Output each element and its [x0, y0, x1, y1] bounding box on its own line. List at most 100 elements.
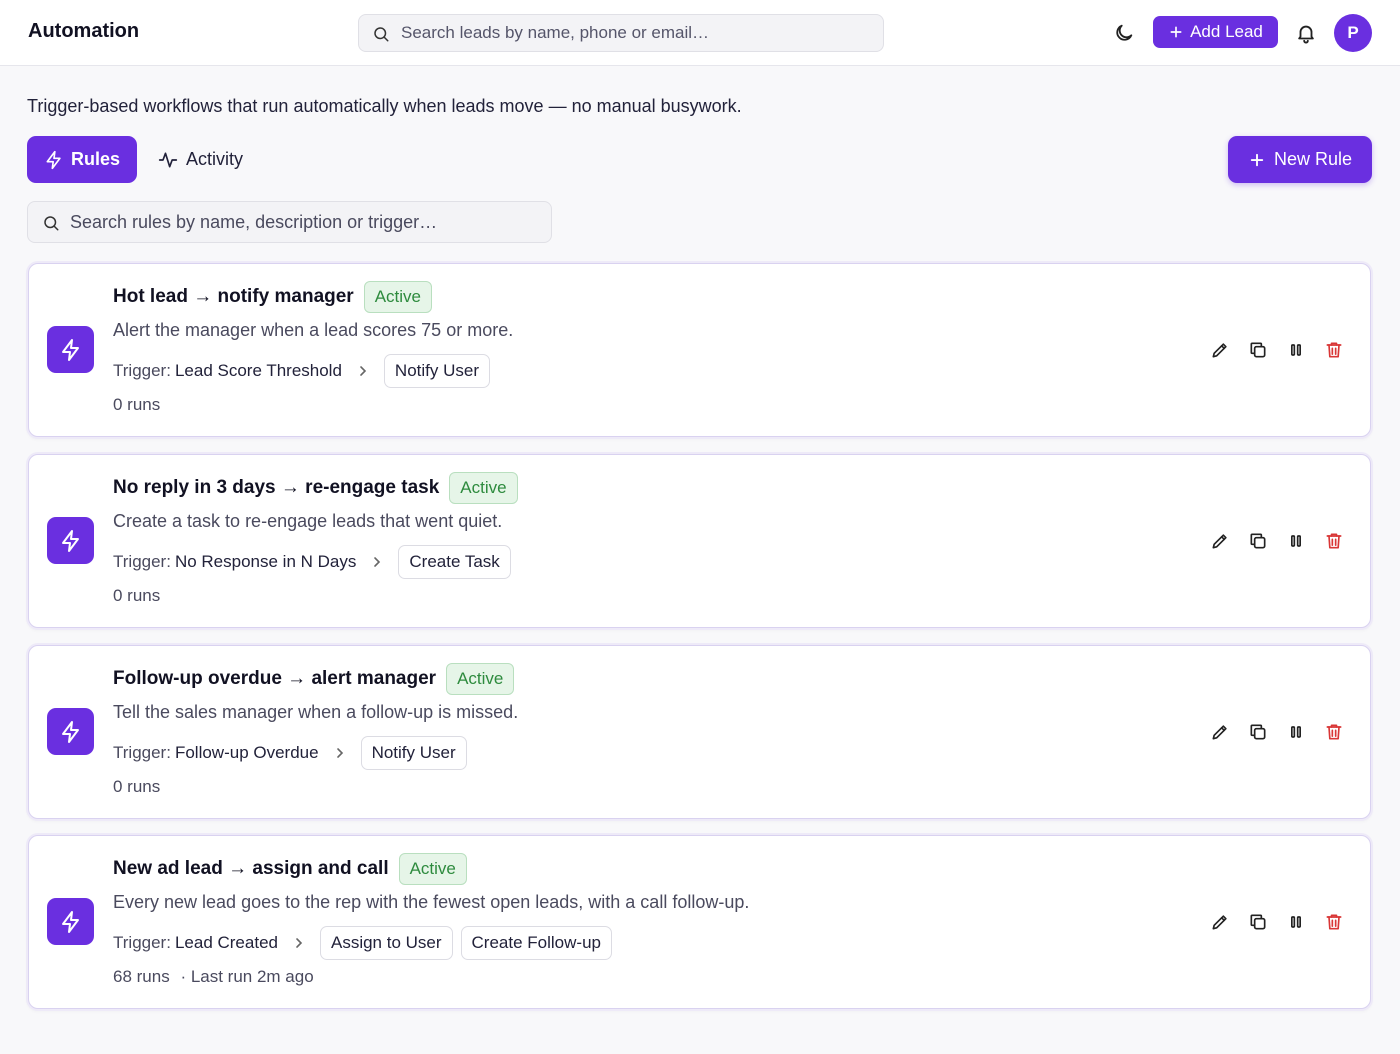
- duplicate-icon[interactable]: [1248, 722, 1268, 742]
- plus-icon: [1168, 24, 1184, 40]
- rule-lightning-icon: [47, 326, 94, 373]
- tab-rules-label: Rules: [70, 149, 121, 169]
- trigger-label: Trigger:: [113, 933, 171, 952]
- rule-actions: [1210, 722, 1344, 742]
- action-chips: Notify User: [360, 736, 467, 770]
- rule-actions: [1210, 912, 1344, 932]
- rule-search-box[interactable]: [27, 201, 552, 243]
- run-count: 0 runs: [113, 395, 161, 414]
- notifications-bell-icon[interactable]: [1295, 22, 1317, 44]
- rule-title-row: Follow-up overdue → alert manager Active: [113, 663, 515, 695]
- tab-activity[interactable]: Activity: [158, 136, 243, 183]
- trigger-name: Lead Score Threshold: [174, 361, 342, 380]
- rule-trigger-row: Trigger: Lead Score Threshold Notify Use…: [113, 354, 490, 388]
- rule-title-row: No reply in 3 days → re-engage task Acti…: [113, 472, 518, 504]
- rule-runs: 68 runs · Last run 2m ago: [113, 967, 314, 987]
- trigger-label: Trigger:: [113, 743, 171, 762]
- rule-description: Alert the manager when a lead scores 75 …: [113, 320, 514, 340]
- trigger-name: Follow-up Overdue: [174, 743, 319, 762]
- edit-pencil-icon[interactable]: [1210, 531, 1230, 551]
- rule-trigger-row: Trigger: Follow-up Overdue Notify User: [113, 736, 467, 770]
- trigger-label: Trigger:: [113, 361, 171, 380]
- lead-search-input[interactable]: [401, 15, 871, 51]
- add-lead-button[interactable]: Add Lead: [1153, 16, 1278, 48]
- lightning-icon: [44, 150, 64, 170]
- rule-lightning-icon: [47, 708, 94, 755]
- rule-search-input[interactable]: [70, 202, 540, 242]
- chevron-right-icon: [335, 747, 345, 759]
- add-lead-label: Add Lead: [1190, 22, 1263, 41]
- run-count: 68 runs: [113, 967, 170, 986]
- pause-icon[interactable]: [1286, 722, 1306, 742]
- status-badge: Active: [398, 853, 467, 885]
- pause-icon[interactable]: [1286, 912, 1306, 932]
- delete-trash-icon[interactable]: [1324, 912, 1344, 932]
- trigger-name: Lead Created: [174, 933, 278, 952]
- rule-trigger-row: Trigger: Lead Created Assign to User Crea…: [113, 926, 612, 960]
- delete-trash-icon[interactable]: [1324, 531, 1344, 551]
- plus-icon: [1248, 151, 1266, 169]
- rule-description: Every new lead goes to the rep with the …: [113, 892, 750, 912]
- duplicate-icon[interactable]: [1248, 531, 1268, 551]
- dark-mode-toggle-icon[interactable]: [1113, 22, 1135, 44]
- status-badge: Active: [363, 281, 432, 313]
- rule-title-row: New ad lead → assign and call Active: [113, 853, 467, 885]
- rule-runs: 0 runs: [113, 395, 166, 415]
- action-chips: Notify User: [383, 354, 490, 388]
- app-title: Automation: [28, 20, 140, 42]
- new-rule-button[interactable]: New Rule: [1228, 136, 1372, 183]
- search-icon: [42, 214, 60, 232]
- action-chips: Create Task: [398, 545, 511, 579]
- tab-rules[interactable]: Rules: [27, 136, 137, 183]
- delete-trash-icon[interactable]: [1324, 722, 1344, 742]
- trigger-name: No Response in N Days: [174, 552, 357, 571]
- status-badge: Active: [446, 663, 515, 695]
- status-badge: Active: [449, 472, 518, 504]
- chevron-right-icon: [372, 556, 382, 568]
- edit-pencil-icon[interactable]: [1210, 722, 1230, 742]
- new-rule-label: New Rule: [1273, 149, 1353, 169]
- top-bar: Automation Add Lead P: [0, 0, 1400, 66]
- search-icon: [372, 25, 390, 43]
- action-chip: Notify User: [383, 354, 490, 388]
- chevron-right-icon: [358, 365, 368, 377]
- run-count: 0 runs: [113, 586, 161, 605]
- rule-lightning-icon: [47, 898, 94, 945]
- rule-title: New ad lead → assign and call: [113, 858, 389, 879]
- delete-trash-icon[interactable]: [1324, 340, 1344, 360]
- page-description: Trigger-based workflows that run automat…: [27, 96, 742, 116]
- pause-icon[interactable]: [1286, 340, 1306, 360]
- edit-pencil-icon[interactable]: [1210, 340, 1230, 360]
- edit-pencil-icon[interactable]: [1210, 912, 1230, 932]
- rule-card[interactable]: New ad lead → assign and call Active Eve…: [28, 835, 1371, 1009]
- rule-actions: [1210, 531, 1344, 551]
- rule-description: Tell the sales manager when a follow-up …: [113, 702, 519, 722]
- rule-title: Hot lead → notify manager: [113, 286, 354, 307]
- duplicate-icon[interactable]: [1248, 912, 1268, 932]
- action-chip: Create Follow-up: [460, 926, 612, 960]
- action-chip: Assign to User: [319, 926, 453, 960]
- activity-pulse-icon: [158, 150, 178, 170]
- rule-description: Create a task to re-engage leads that we…: [113, 511, 503, 531]
- rule-title-row: Hot lead → notify manager Active: [113, 281, 432, 313]
- action-chip: Notify User: [360, 736, 467, 770]
- pause-icon[interactable]: [1286, 531, 1306, 551]
- rule-card[interactable]: Follow-up overdue → alert manager Active…: [28, 645, 1371, 819]
- trigger-label: Trigger:: [113, 552, 171, 571]
- rule-runs: 0 runs: [113, 586, 166, 606]
- chevron-right-icon: [294, 937, 304, 949]
- run-count: 0 runs: [113, 777, 161, 796]
- rule-actions: [1210, 340, 1344, 360]
- rule-card[interactable]: Hot lead → notify manager Active Alert t…: [28, 263, 1371, 437]
- rule-card[interactable]: No reply in 3 days → re-engage task Acti…: [28, 454, 1371, 628]
- lead-search-box[interactable]: [358, 14, 884, 52]
- rule-trigger-row: Trigger: No Response in N Days Create Ta…: [113, 545, 511, 579]
- action-chip: Create Task: [398, 545, 511, 579]
- duplicate-icon[interactable]: [1248, 340, 1268, 360]
- rule-title: No reply in 3 days → re-engage task: [113, 477, 440, 498]
- last-run: · Last run 2m ago: [180, 967, 314, 986]
- rule-lightning-icon: [47, 517, 94, 564]
- rule-runs: 0 runs: [113, 777, 166, 797]
- action-chips: Assign to User Create Follow-up: [319, 926, 612, 960]
- user-avatar[interactable]: P: [1334, 14, 1372, 52]
